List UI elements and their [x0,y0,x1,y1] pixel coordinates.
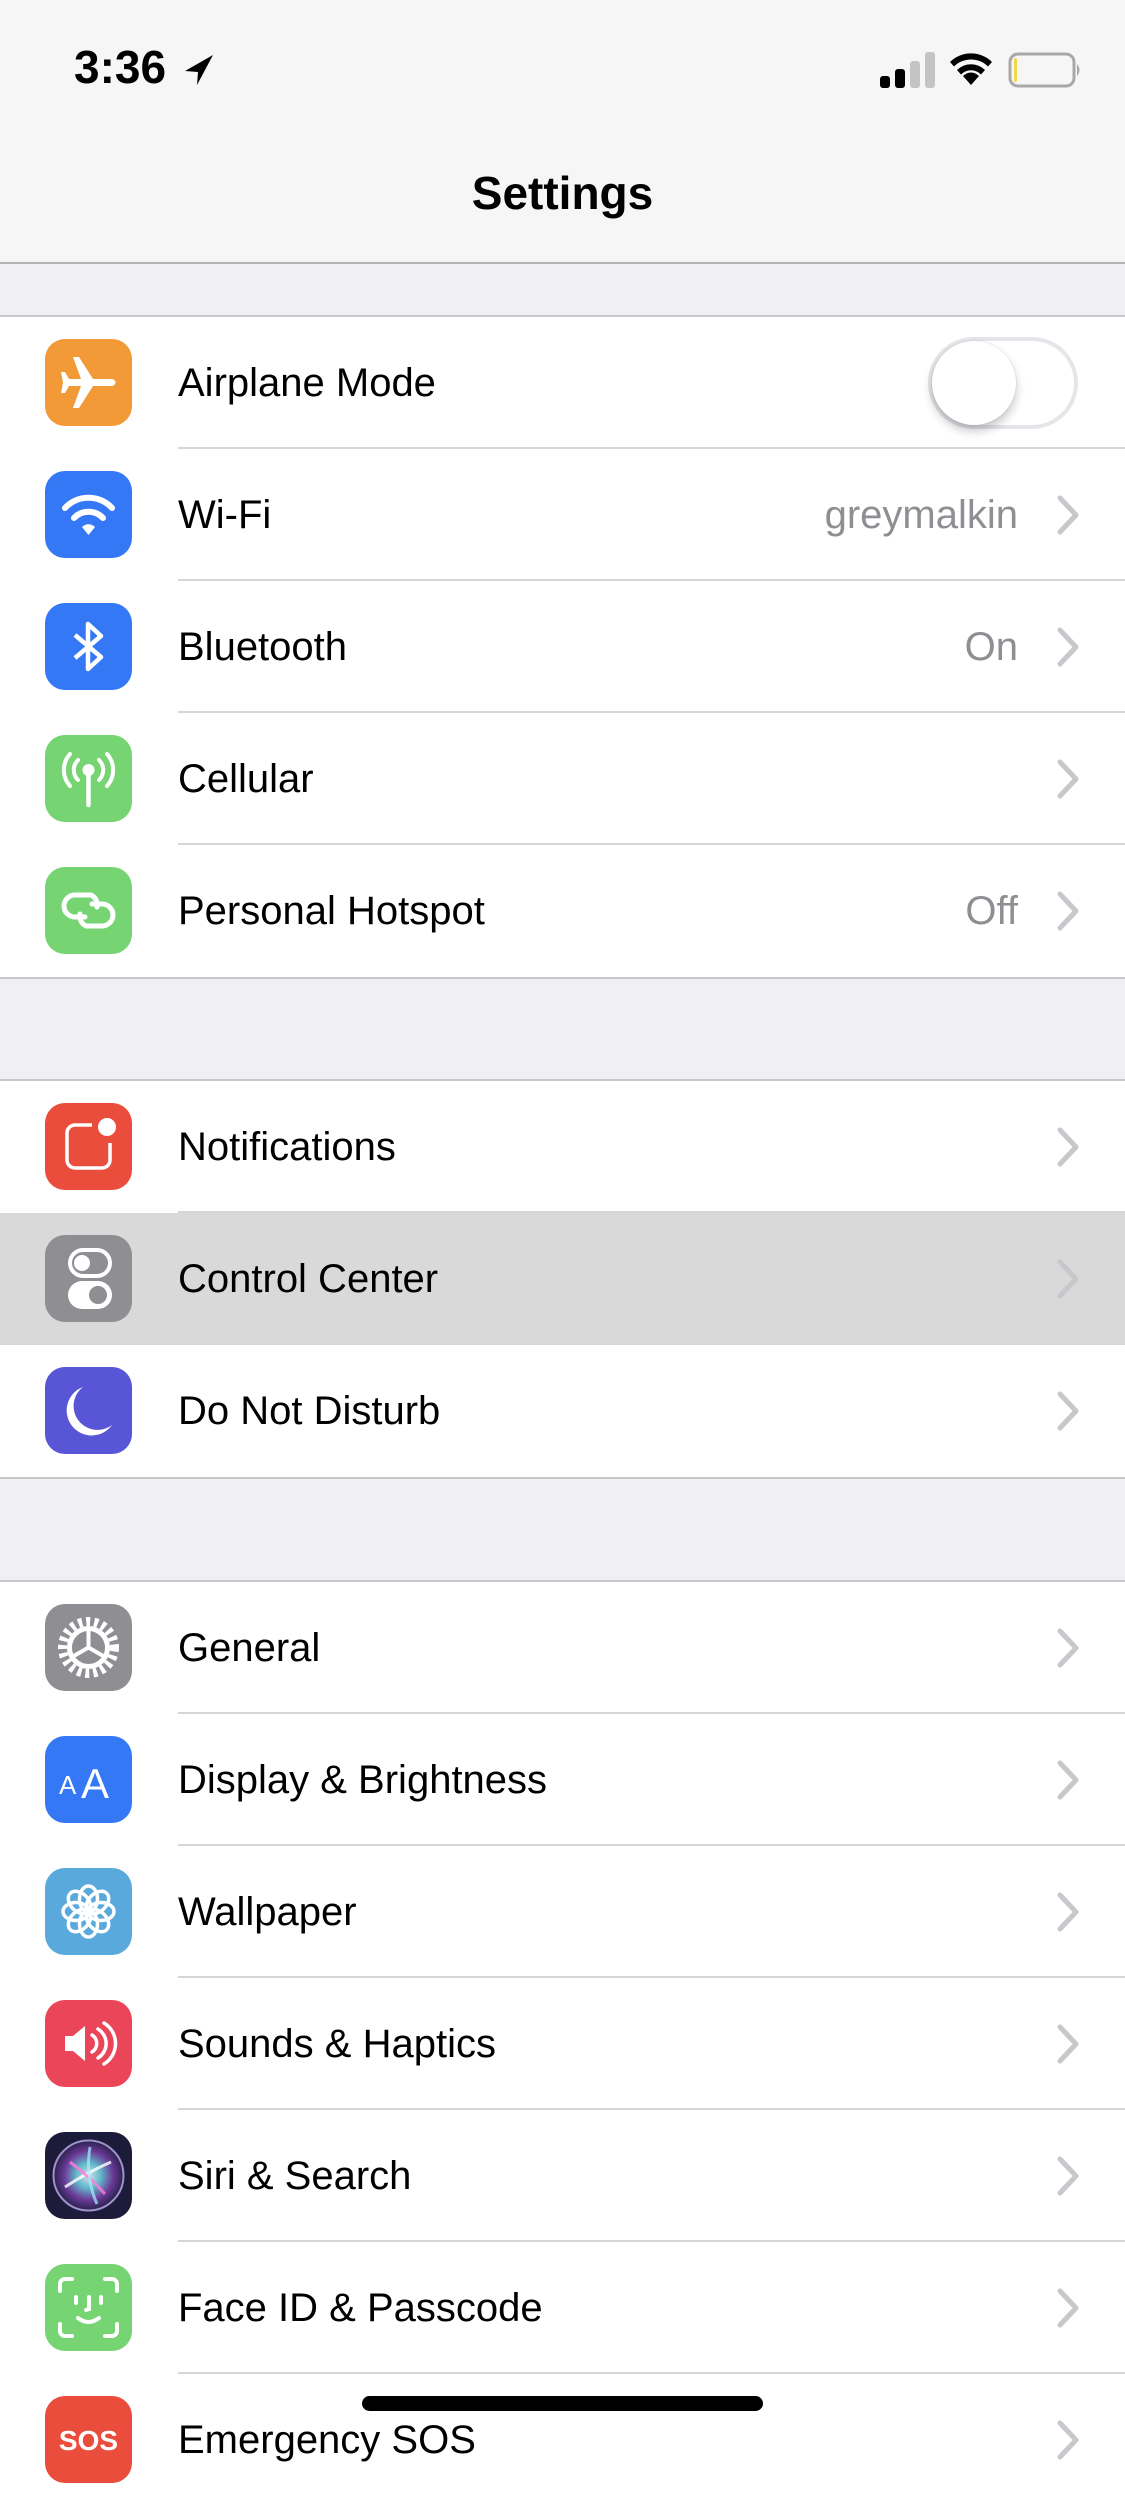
sos-icon: SOS [45,2396,132,2483]
chevron-right-icon [1057,1391,1079,1431]
chevron-right-icon [1057,1892,1079,1932]
settings-row-display-brightness[interactable]: A A Display & Brightness [0,1714,1125,1846]
row-value: greymalkin [824,493,1018,537]
speaker-icon [45,2000,132,2087]
text-size-icon: A A [45,1736,132,1823]
chevron-right-icon [1057,1628,1079,1668]
row-value: On [964,625,1018,669]
navigation-bar: 3:36 Settings [0,0,1125,264]
row-label: Wallpaper [178,1890,357,1934]
settings-row-siri-search[interactable]: Siri & Search [0,2110,1125,2242]
settings-row-face-id-passcode[interactable]: Face ID & Passcode [0,2242,1125,2374]
row-label: Cellular [178,757,314,801]
settings-group-notifications: Notifications Control Center Do Not Dist… [0,1079,1125,1479]
page-title: Settings [471,167,654,219]
settings-row-do-not-disturb[interactable]: Do Not Disturb [0,1345,1125,1477]
chevron-right-icon [1057,1760,1079,1800]
airplane-icon [45,339,132,426]
settings-row-wallpaper[interactable]: Wallpaper [0,1846,1125,1978]
hotspot-link-icon [45,867,132,954]
location-arrow-icon [185,55,213,85]
wifi-icon [950,53,992,85]
row-label: Do Not Disturb [178,1389,441,1433]
chevron-right-icon [1057,1127,1079,1167]
row-label: Bluetooth [178,625,348,669]
status-time: 3:36 [74,41,167,93]
settings-row-wifi[interactable]: Wi-Fi greymalkin [0,449,1125,581]
row-value: Off [965,889,1018,933]
notifications-icon [45,1103,132,1190]
signal-bar [910,61,920,88]
wallpaper-flower-icon [45,1868,132,1955]
row-label: General [178,1626,321,1670]
settings-row-bluetooth[interactable]: Bluetooth On [0,581,1125,713]
settings-row-control-center[interactable]: Control Center [0,1213,1125,1345]
settings-row-notifications[interactable]: Notifications [0,1081,1125,1213]
airplane-mode-toggle[interactable] [928,337,1078,429]
gear-icon [45,1604,132,1691]
row-label: Wi-Fi [178,493,272,537]
siri-icon [45,2132,132,2219]
cellular-antenna-icon [45,735,132,822]
cellular-signal-icon [880,52,935,88]
bluetooth-icon [45,603,132,690]
moon-icon [45,1367,132,1454]
settings-row-general[interactable]: General [0,1582,1125,1714]
signal-bar [880,76,890,88]
settings-group-connectivity: Airplane Mode Wi-Fi greymalkin Bluetooth… [0,315,1125,979]
svg-text:A: A [81,1760,109,1807]
settings-row-personal-hotspot[interactable]: Personal Hotspot Off [0,845,1125,977]
chevron-right-icon [1057,627,1079,667]
chevron-right-icon [1057,759,1079,799]
toggle-knob [932,341,1016,425]
row-label: Display & Brightness [178,1758,548,1802]
chevron-right-icon [1057,495,1079,535]
battery-icon [1008,52,1080,88]
control-center-icon [45,1235,132,1322]
chevron-right-icon [1057,2420,1079,2460]
home-indicator[interactable] [362,2396,763,2411]
svg-text:A: A [59,1770,77,1800]
settings-row-airplane-mode: Airplane Mode [0,317,1125,449]
row-label: Face ID & Passcode [178,2286,543,2330]
settings-group-general: General A A Display & Brightness Wallpap… [0,1580,1125,2506]
chevron-right-icon [1057,2156,1079,2196]
battery-level [1014,58,1017,82]
chevron-right-icon [1057,1259,1079,1299]
row-label: Personal Hotspot [178,889,485,933]
settings-row-cellular[interactable]: Cellular [0,713,1125,845]
row-label: Sounds & Haptics [178,2022,496,2066]
row-label: Notifications [178,1125,396,1169]
settings-row-sounds-haptics[interactable]: Sounds & Haptics [0,1978,1125,2110]
signal-bar [925,52,935,88]
row-label: Control Center [178,1257,439,1301]
signal-bar [895,69,905,88]
row-label: Emergency SOS [178,2418,476,2462]
chevron-right-icon [1057,891,1079,931]
chevron-right-icon [1057,2024,1079,2064]
wifi-icon [45,471,132,558]
row-label: Airplane Mode [178,361,436,405]
settings-row-emergency-sos[interactable]: SOS Emergency SOS [0,2374,1125,2506]
chevron-right-icon [1057,2288,1079,2328]
svg-text:SOS: SOS [59,2425,118,2456]
face-id-icon [45,2264,132,2351]
row-label: Siri & Search [178,2154,412,2198]
